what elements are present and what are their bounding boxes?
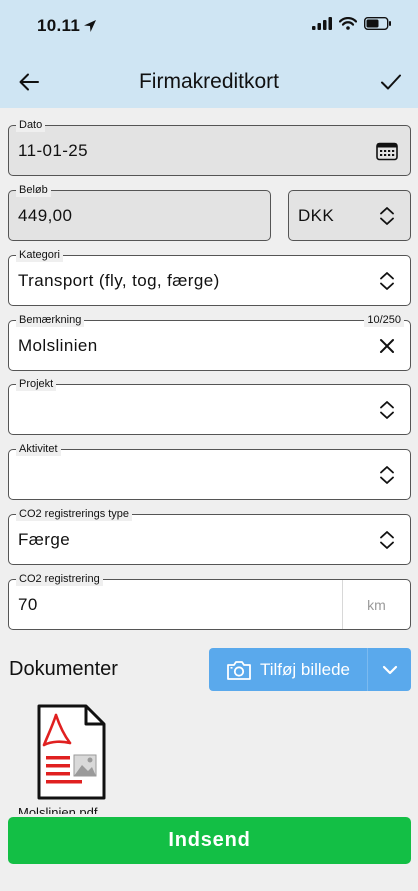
currency-value: DKK bbox=[298, 206, 335, 225]
activity-select[interactable]: Aktivitet bbox=[8, 442, 411, 500]
add-image-button-group: Tilføj billede bbox=[209, 648, 411, 691]
chevron-up-down-icon bbox=[376, 464, 398, 486]
confirm-button[interactable] bbox=[376, 68, 406, 96]
pdf-file-icon bbox=[37, 704, 106, 800]
note-field[interactable]: Bemærkning 10/250 Molslinien bbox=[8, 313, 411, 371]
note-char-counter: 10/250 bbox=[364, 313, 404, 327]
category-value: Transport (fly, tog, færge) bbox=[18, 271, 220, 290]
project-select[interactable]: Projekt bbox=[8, 377, 411, 435]
chevron-down-icon bbox=[382, 665, 397, 674]
page-title: Firmakreditkort bbox=[138, 70, 280, 93]
cellular-signal-icon bbox=[312, 17, 332, 30]
add-image-label: Tilføj billede bbox=[259, 659, 351, 679]
currency-select[interactable]: DKK bbox=[288, 190, 411, 241]
co2-type-select[interactable]: CO2 registrerings type Færge bbox=[8, 507, 411, 565]
co2-field[interactable]: CO2 registrering 70 km bbox=[8, 572, 411, 630]
note-value: Molslinien bbox=[18, 336, 98, 355]
documents-title: Dokumenter bbox=[9, 658, 118, 680]
submit-button[interactable]: Indsend bbox=[8, 817, 411, 864]
add-image-dropdown-button[interactable] bbox=[368, 648, 411, 691]
chevron-up-down-icon bbox=[376, 205, 398, 227]
document-filename: Molslinien.pdf bbox=[18, 805, 98, 814]
add-image-button[interactable]: Tilføj billede bbox=[209, 648, 367, 691]
battery-icon bbox=[364, 17, 391, 30]
amount-label: Beløb bbox=[16, 183, 51, 197]
nav-bar: Firmakreditkort bbox=[0, 56, 418, 108]
date-value: 11-01-25 bbox=[18, 141, 88, 160]
camera-icon bbox=[227, 660, 251, 680]
date-field[interactable]: Dato 11-01-25 bbox=[8, 118, 411, 176]
category-select[interactable]: Kategori Transport (fly, tog, færge) bbox=[8, 248, 411, 306]
status-bar: 10.11 bbox=[0, 0, 418, 56]
amount-value: 449,00 bbox=[18, 206, 73, 225]
location-arrow-icon bbox=[84, 20, 96, 32]
calendar-icon[interactable] bbox=[376, 140, 398, 162]
chevron-up-down-icon bbox=[376, 270, 398, 292]
date-label: Dato bbox=[16, 118, 46, 132]
clear-icon[interactable] bbox=[376, 335, 398, 357]
co2-type-value: Færge bbox=[18, 530, 71, 549]
status-time: 10.11 bbox=[37, 16, 81, 35]
category-label: Kategori bbox=[16, 248, 63, 262]
co2-value: 70 bbox=[18, 595, 38, 614]
document-thumbnail[interactable] bbox=[34, 703, 108, 801]
amount-field[interactable]: Beløb 449,00 bbox=[8, 183, 271, 241]
checkmark-icon bbox=[381, 74, 401, 90]
project-label: Projekt bbox=[16, 377, 57, 391]
activity-label: Aktivitet bbox=[16, 442, 61, 456]
co2-unit: km bbox=[342, 580, 410, 629]
wifi-icon bbox=[339, 17, 357, 30]
co2-label: CO2 registrering bbox=[16, 572, 103, 586]
co2-type-label: CO2 registrerings type bbox=[16, 507, 133, 521]
note-label: Bemærkning bbox=[16, 313, 85, 327]
chevron-up-down-icon bbox=[376, 529, 398, 551]
chevron-up-down-icon bbox=[376, 399, 398, 421]
